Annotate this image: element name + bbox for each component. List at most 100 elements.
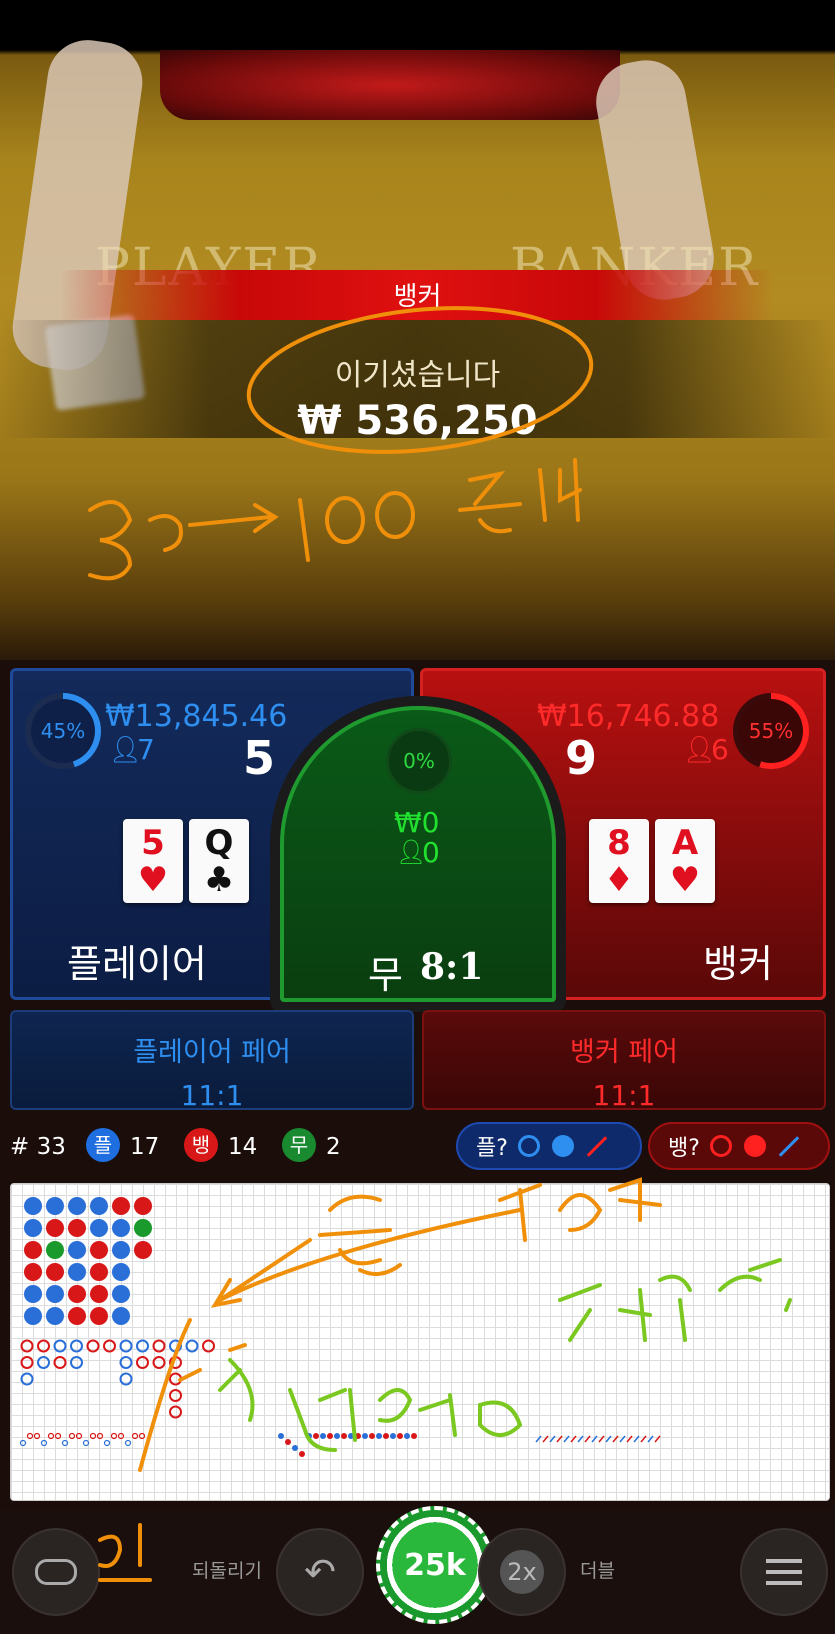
result-label: 뱅커: [393, 282, 442, 312]
bead-marker: [46, 1241, 64, 1259]
bead-marker: [68, 1241, 86, 1259]
player-score: 5: [243, 731, 276, 785]
bead-marker: [68, 1263, 86, 1281]
big-road-marker: [119, 1356, 133, 1369]
bead-marker: [112, 1285, 130, 1303]
bead-marker: [90, 1285, 108, 1303]
big-road-marker: [185, 1339, 199, 1353]
banker-card-1: 8 ♦: [589, 819, 649, 903]
chat-button[interactable]: [12, 1528, 100, 1616]
baccarat-screen: PLAYER BANKER 뱅커 이기셨습니다 ₩ 536,250 45% ₩1…: [0, 0, 835, 1634]
cockroach-marker: [556, 1435, 563, 1443]
player-pair-label: 플레이어 페어: [133, 1037, 291, 1068]
chat-icon: [35, 1559, 77, 1585]
cockroach-marker: [542, 1435, 549, 1443]
ask-player-label: 플?: [476, 1136, 508, 1161]
cockroach-marker: [605, 1435, 612, 1443]
banker-card-2: A ♥: [655, 819, 715, 903]
small-road-marker: [341, 1433, 347, 1439]
big-road-marker: [169, 1372, 182, 1386]
small-road-marker: [397, 1433, 403, 1439]
bead-marker: [134, 1197, 152, 1215]
big-eye-marker: [33, 1432, 41, 1440]
banker-win-count: 14: [228, 1134, 258, 1160]
ask-banker-button[interactable]: 뱅?: [648, 1122, 830, 1170]
big-road-marker: [169, 1339, 182, 1353]
double-label: 더블: [580, 1560, 615, 1582]
cockroach-marker: [633, 1435, 640, 1443]
bead-marker: [68, 1307, 86, 1325]
big-road-marker: [136, 1356, 149, 1369]
small-road-marker: [278, 1433, 284, 1439]
ask-player-button[interactable]: 플?: [456, 1122, 642, 1170]
player-card-2: Q ♣: [189, 819, 249, 903]
bead-marker: [112, 1307, 130, 1325]
red-ring-icon: [709, 1135, 732, 1157]
banker-pair-label: 뱅커 페어: [570, 1037, 678, 1068]
big-eye-marker: [124, 1439, 132, 1447]
small-road-marker: [313, 1433, 319, 1439]
bead-marker: [134, 1219, 152, 1237]
banker-percent-ring: 55%: [733, 693, 809, 769]
big-eye-marker: [138, 1432, 146, 1440]
big-eye-marker: [19, 1439, 27, 1447]
player-pair-bet[interactable]: 플레이어 페어 11:1: [10, 1010, 414, 1112]
big-eye-marker: [40, 1439, 48, 1447]
win-amount: ₩ 536,250: [297, 398, 538, 444]
undo-button[interactable]: ↶: [276, 1528, 364, 1616]
small-road-marker: [306, 1433, 312, 1439]
banker-bettors: 6: [711, 733, 729, 766]
player-label: 플레이어: [67, 942, 207, 986]
big-eye-marker: [117, 1432, 125, 1440]
player-bet-total: ₩13,845.46: [105, 699, 288, 734]
blue-slash-icon: [778, 1135, 800, 1157]
big-road-marker: [152, 1356, 166, 1369]
big-eye-marker: [54, 1432, 62, 1440]
banker-win-icon: 뱅: [184, 1128, 218, 1162]
bead-marker: [90, 1219, 108, 1237]
small-road-marker: [404, 1433, 410, 1439]
small-road-marker: [285, 1439, 291, 1445]
bead-marker: [46, 1307, 64, 1325]
cockroach-marker: [570, 1435, 577, 1443]
menu-button[interactable]: [740, 1528, 828, 1616]
tie-bet-spot[interactable]: 0% ₩0 👤︎ 0 무 8:1: [280, 706, 556, 1002]
bottom-bar: 되돌리기 ↶ 25k 2x 더블: [0, 1506, 835, 1634]
small-road-marker: [362, 1433, 368, 1439]
big-road-marker: [169, 1389, 182, 1402]
bead-marker: [112, 1197, 130, 1215]
bead-marker: [90, 1241, 108, 1259]
banker-pair-bet[interactable]: 뱅커 페어 11:1: [422, 1010, 826, 1112]
bead-marker: [24, 1219, 42, 1237]
small-road-marker: [327, 1433, 333, 1439]
big-road-marker: [119, 1372, 133, 1386]
small-road-marker: [390, 1433, 396, 1439]
big-eye-marker: [103, 1439, 111, 1447]
win-banner: 뱅커 이기셨습니다 ₩ 536,250: [0, 258, 835, 458]
undo-label: 되돌리기: [192, 1560, 262, 1582]
bead-marker: [112, 1219, 130, 1237]
bead-marker: [112, 1241, 130, 1259]
cockroach-marker: [549, 1435, 556, 1443]
chip-selector[interactable]: 25k: [376, 1506, 494, 1624]
bead-marker: [24, 1197, 42, 1215]
small-road-marker: [376, 1433, 382, 1439]
dealer: [160, 50, 620, 120]
roadmap-scoreboard[interactable]: [10, 1183, 830, 1501]
double-button[interactable]: 2x: [478, 1528, 566, 1616]
banker-label: 뱅커: [703, 942, 773, 986]
tie-bet-total: ₩0: [394, 806, 440, 839]
small-road-marker: [411, 1433, 417, 1439]
big-eye-marker: [96, 1432, 104, 1440]
big-eye-marker: [131, 1432, 139, 1440]
cockroach-marker: [535, 1435, 542, 1443]
big-road-marker: [202, 1339, 215, 1353]
small-road-marker: [383, 1433, 389, 1439]
bead-marker: [68, 1197, 86, 1215]
big-eye-marker: [68, 1432, 76, 1440]
blue-dot-icon: [551, 1135, 574, 1157]
cockroach-marker: [584, 1435, 591, 1443]
cockroach-marker: [612, 1435, 619, 1443]
chip-value: 25k: [404, 1547, 466, 1583]
tie-win-icon: 무: [282, 1128, 316, 1162]
